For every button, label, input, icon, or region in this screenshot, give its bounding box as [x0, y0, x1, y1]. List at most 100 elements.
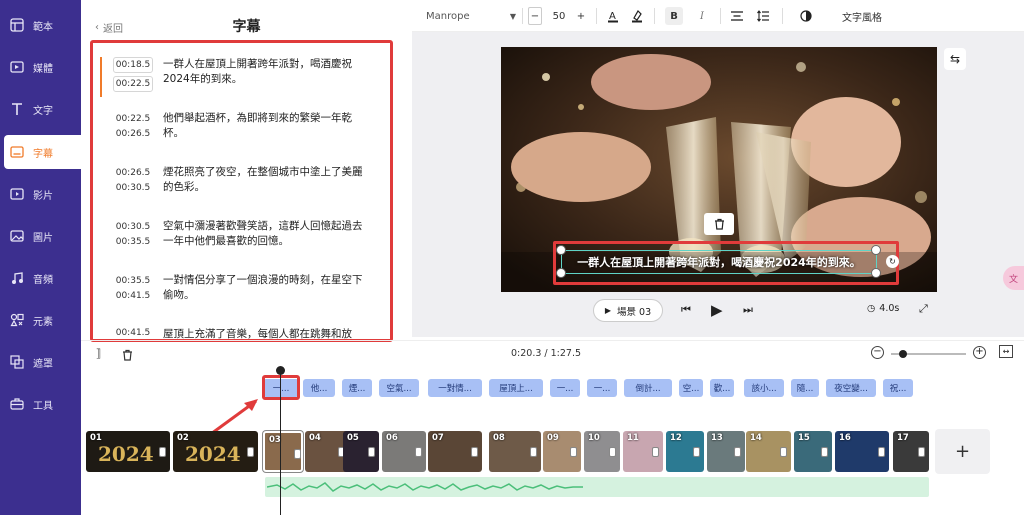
- video-clip[interactable]: 02 2024: [173, 431, 258, 472]
- sidebar-item-subtitles[interactable]: 字幕: [4, 135, 81, 169]
- swap-icon[interactable]: ⇆: [944, 48, 966, 70]
- transition-handle[interactable]: [471, 447, 478, 457]
- scene-button[interactable]: ▶ 場景 03: [593, 299, 663, 322]
- start-time[interactable]: 00:30.5: [113, 222, 153, 232]
- start-time[interactable]: 00:41.5: [113, 328, 153, 338]
- next-scene-button[interactable]: ⏭: [743, 303, 753, 317]
- sidebar-item-elements[interactable]: 元素: [0, 303, 81, 337]
- end-time[interactable]: 00:30.5: [113, 183, 153, 193]
- video-clip[interactable]: 13: [707, 431, 745, 472]
- end-time[interactable]: 00:22.5: [113, 76, 153, 92]
- transition-handle[interactable]: [734, 447, 741, 457]
- subtitle-row[interactable]: 00:30.5 00:35.5 空氣中瀰漫著歡聲笑語，這群人回憶起過去一年中他們…: [93, 207, 390, 261]
- fit-timeline-icon[interactable]: ↔: [999, 345, 1013, 358]
- resize-handle[interactable]: [871, 268, 881, 278]
- resize-handle[interactable]: [556, 245, 566, 255]
- subtitle-row[interactable]: 00:26.5 00:30.5 煙花照亮了夜空，在整個城市中塗上了美麗的色彩。: [93, 153, 390, 207]
- subtitle-row[interactable]: 00:41.5 屋頂上充滿了音樂，每個人都在跳舞和放: [93, 315, 390, 339]
- align-center-icon[interactable]: [728, 7, 746, 25]
- zoom-slider[interactable]: [891, 350, 966, 358]
- subtitle-chip[interactable]: 一...: [587, 379, 617, 397]
- subtitle-chip[interactable]: 空...: [679, 379, 703, 397]
- transition-handle[interactable]: [821, 447, 828, 457]
- transition-handle[interactable]: [294, 449, 301, 459]
- video-frame[interactable]: 一群人在屋頂上開著跨年派對，喝酒慶祝2024年的到來。 ↻: [501, 47, 937, 292]
- font-select[interactable]: Manrope ▼: [426, 7, 516, 25]
- subtitle-chip[interactable]: 屋頂上...: [489, 379, 543, 397]
- transition-handle[interactable]: [570, 447, 577, 457]
- subtitle-chip[interactable]: 歡...: [710, 379, 734, 397]
- subtitle-text[interactable]: 一對情侶分享了一個浪漫的時刻，在星空下偷吻。: [163, 273, 368, 303]
- video-clip[interactable]: 14: [746, 431, 791, 472]
- subtitle-chip[interactable]: 空氣...: [379, 379, 419, 397]
- delete-caption-button[interactable]: [704, 213, 734, 235]
- zoom-in-button[interactable]: +: [973, 346, 986, 359]
- video-clip[interactable]: 15: [794, 431, 832, 472]
- subtitle-chip[interactable]: 一對情...: [428, 379, 482, 397]
- end-time[interactable]: 00:26.5: [113, 129, 153, 139]
- video-clip[interactable]: 01 2024: [86, 431, 170, 472]
- play-button[interactable]: ▶: [711, 301, 723, 319]
- text-style-button[interactable]: 文字風格: [832, 7, 892, 25]
- audio-track[interactable]: [265, 477, 929, 497]
- transition-handle[interactable]: [609, 447, 616, 457]
- split-icon[interactable]: ⟧: [96, 347, 101, 360]
- subtitle-chip[interactable]: 煙...: [342, 379, 372, 397]
- video-clip[interactable]: 16: [835, 431, 889, 472]
- bold-button[interactable]: B: [665, 7, 683, 25]
- highlight-color-icon[interactable]: [628, 7, 646, 25]
- subtitle-chip[interactable]: 夜空變...: [826, 379, 876, 397]
- subtitle-row[interactable]: 00:35.5 00:41.5 一對情侶分享了一個浪漫的時刻，在星空下偷吻。: [93, 261, 390, 315]
- video-clip[interactable]: 05: [343, 431, 379, 472]
- subtitle-row[interactable]: 00:22.5 00:26.5 他們舉起酒杯，為即將到來的繁榮一年乾杯。: [93, 99, 390, 153]
- duration-control[interactable]: ◷ 4.0s: [867, 303, 899, 314]
- transition-handle[interactable]: [780, 447, 787, 457]
- subtitle-chip[interactable]: 隨...: [791, 379, 819, 397]
- zoom-out-button[interactable]: −: [871, 346, 884, 359]
- transition-handle[interactable]: [918, 447, 925, 457]
- subtitle-row[interactable]: 00:18.5 00:22.5 一群人在屋頂上開著跨年派對，喝酒慶祝2024年的…: [93, 45, 390, 99]
- start-time[interactable]: 00:26.5: [113, 168, 153, 178]
- subtitle-chip[interactable]: 一...: [550, 379, 580, 397]
- transition-handle[interactable]: [415, 447, 422, 457]
- add-scene-button[interactable]: +: [935, 429, 990, 474]
- resize-handle[interactable]: [871, 245, 881, 255]
- caption-text-box[interactable]: 一群人在屋頂上開著跨年派對，喝酒慶祝2024年的到來。: [561, 250, 877, 274]
- start-time[interactable]: 00:35.5: [113, 276, 153, 286]
- transition-handle[interactable]: [247, 447, 254, 457]
- sidebar-item-images[interactable]: 圖片: [0, 219, 81, 253]
- fullscreen-icon[interactable]: ⤢: [919, 302, 928, 316]
- start-time[interactable]: 00:18.5: [113, 57, 153, 73]
- text-effect-icon[interactable]: [797, 7, 815, 25]
- sidebar-item-text[interactable]: 文字: [0, 92, 81, 126]
- transition-handle[interactable]: [368, 447, 375, 457]
- end-time[interactable]: 00:35.5: [113, 237, 153, 247]
- resize-handle[interactable]: [556, 268, 566, 278]
- subtitle-chip[interactable]: 他...: [303, 379, 335, 397]
- sidebar-item-templates[interactable]: 範本: [0, 8, 81, 42]
- font-size-increase[interactable]: +: [574, 7, 588, 25]
- subtitle-chip[interactable]: 祝...: [883, 379, 913, 397]
- video-clip[interactable]: 10: [584, 431, 620, 472]
- transition-handle[interactable]: [652, 447, 659, 457]
- subtitle-text[interactable]: 煙花照亮了夜空，在整個城市中塗上了美麗的色彩。: [163, 165, 368, 195]
- zoom-slider-knob[interactable]: [899, 350, 907, 358]
- playhead-handle[interactable]: [276, 366, 285, 375]
- subtitle-text[interactable]: 一群人在屋頂上開著跨年派對，喝酒慶祝2024年的到來。: [163, 57, 368, 87]
- subtitle-chip[interactable]: 倒計...: [624, 379, 672, 397]
- floating-assistant[interactable]: 文: [1003, 266, 1024, 290]
- video-clip[interactable]: 03: [263, 431, 303, 472]
- subtitle-chip[interactable]: 該小...: [744, 379, 784, 397]
- end-time[interactable]: 00:41.5: [113, 291, 153, 301]
- italic-button[interactable]: I: [693, 7, 711, 25]
- text-color-icon[interactable]: A: [604, 7, 622, 25]
- sidebar-item-mask[interactable]: 遮罩: [0, 345, 81, 379]
- transition-handle[interactable]: [878, 447, 885, 457]
- font-size-value[interactable]: 50: [544, 7, 574, 25]
- rotate-icon[interactable]: ↻: [886, 255, 899, 268]
- video-clip[interactable]: 17: [893, 431, 929, 472]
- sidebar-item-media[interactable]: 媒體: [0, 50, 81, 84]
- transition-handle[interactable]: [159, 447, 166, 457]
- subtitle-text[interactable]: 他們舉起酒杯，為即將到來的繁榮一年乾杯。: [163, 111, 368, 141]
- video-clip[interactable]: 07: [428, 431, 482, 472]
